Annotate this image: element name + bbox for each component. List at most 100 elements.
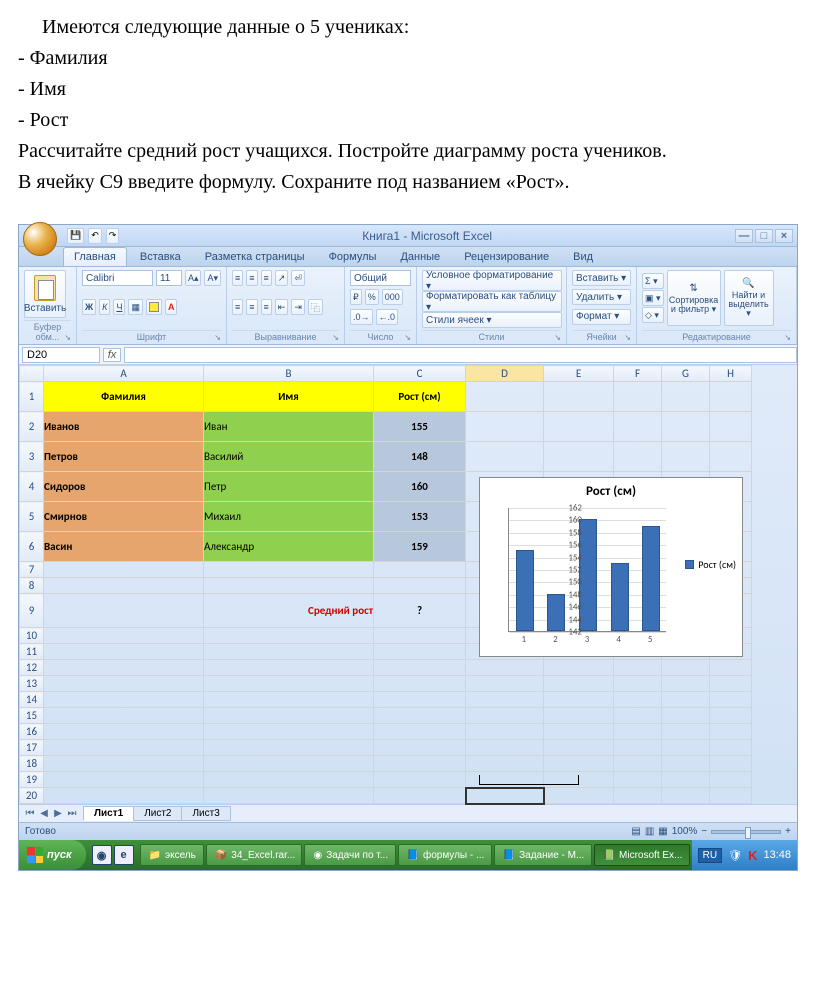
- row-header-8[interactable]: 8: [20, 578, 44, 594]
- tab-home[interactable]: Главная: [63, 247, 127, 266]
- row-header-7[interactable]: 7: [20, 562, 44, 578]
- col-header-A[interactable]: A: [44, 366, 204, 382]
- taskbar-item-4[interactable]: 📘формулы - ...: [398, 844, 492, 866]
- qat-redo-icon[interactable]: ↷: [106, 228, 120, 244]
- sheet-tab-2[interactable]: Лист2: [133, 806, 182, 821]
- cell-D1[interactable]: [466, 382, 544, 412]
- taskbar-item-6[interactable]: 📗Microsoft Ex...: [594, 844, 690, 866]
- name-box[interactable]: D20: [22, 347, 100, 363]
- align-top-icon[interactable]: ≡: [232, 270, 243, 286]
- cell-styles-button[interactable]: Стили ячеек ▾: [422, 312, 562, 328]
- col-header-E[interactable]: E: [544, 366, 614, 382]
- col-header-C[interactable]: C: [374, 366, 466, 382]
- cell-B5[interactable]: Михаил: [204, 502, 374, 532]
- font-color-button[interactable]: A: [165, 299, 178, 315]
- zoom-slider[interactable]: [711, 830, 781, 834]
- col-header-H[interactable]: H: [710, 366, 752, 382]
- sheet-nav-prev-icon[interactable]: ◀: [37, 808, 51, 819]
- zoom-in-button[interactable]: +: [785, 826, 791, 837]
- borders-button[interactable]: ▦: [128, 299, 143, 315]
- row-header-6[interactable]: 6: [20, 532, 44, 562]
- underline-button[interactable]: Ч: [113, 299, 125, 315]
- tab-formulas[interactable]: Формулы: [318, 247, 388, 266]
- col-header-G[interactable]: G: [662, 366, 710, 382]
- font-size-select[interactable]: 11: [156, 270, 182, 286]
- tab-view[interactable]: Вид: [562, 247, 604, 266]
- wrap-text-icon[interactable]: ⏎: [291, 270, 305, 286]
- row-header-3[interactable]: 3: [20, 442, 44, 472]
- indent-dec-icon[interactable]: ⇤: [275, 299, 289, 315]
- select-all-corner[interactable]: [20, 366, 44, 382]
- cell-C9[interactable]: ?: [374, 594, 466, 628]
- row-header-1[interactable]: 1: [20, 382, 44, 412]
- italic-button[interactable]: К: [99, 299, 110, 315]
- merge-icon[interactable]: ⿻: [308, 299, 323, 315]
- cell-C2[interactable]: 155: [374, 412, 466, 442]
- office-button[interactable]: [23, 222, 57, 256]
- align-middle-icon[interactable]: ≡: [246, 270, 257, 286]
- delete-cells-button[interactable]: Удалить ▾: [572, 289, 631, 305]
- view-layout-icon[interactable]: ▥: [645, 826, 654, 837]
- currency-icon[interactable]: ₽: [350, 289, 362, 305]
- cell-C5[interactable]: 153: [374, 502, 466, 532]
- sheet-tab-3[interactable]: Лист3: [181, 806, 230, 821]
- cell-B2[interactable]: Иван: [204, 412, 374, 442]
- cell-A6[interactable]: Васин: [44, 532, 204, 562]
- orientation-icon[interactable]: ↗: [275, 270, 289, 286]
- dec-decimal-icon[interactable]: ←.0: [376, 309, 399, 325]
- ql-ie-icon[interactable]: e: [114, 845, 134, 865]
- fill-color-button[interactable]: [146, 299, 162, 315]
- row-header-19[interactable]: 19: [20, 772, 44, 788]
- formula-input[interactable]: [124, 347, 797, 363]
- align-center-icon[interactable]: ≡: [246, 299, 257, 315]
- clear-button[interactable]: ◇ ▾: [642, 307, 664, 323]
- paste-button[interactable]: Вставить: [24, 270, 66, 318]
- row-header-20[interactable]: 20: [20, 788, 44, 804]
- autosum-button[interactable]: Σ ▾: [642, 273, 664, 289]
- number-format-select[interactable]: Общий: [350, 270, 411, 286]
- format-cells-button[interactable]: Формат ▾: [572, 309, 631, 325]
- tray-kaspersky-icon[interactable]: K: [748, 848, 757, 863]
- bold-button[interactable]: Ж: [82, 299, 96, 315]
- cell-C3[interactable]: 148: [374, 442, 466, 472]
- indent-inc-icon[interactable]: ⇥: [291, 299, 305, 315]
- close-button[interactable]: ×: [775, 229, 793, 243]
- cell-C1[interactable]: Рост (см): [374, 382, 466, 412]
- tab-insert[interactable]: Вставка: [129, 247, 192, 266]
- shrink-font-icon[interactable]: A▾: [204, 270, 221, 286]
- cell-A5[interactable]: Смирнов: [44, 502, 204, 532]
- cell-A4[interactable]: Сидоров: [44, 472, 204, 502]
- sheet-nav-last-icon[interactable]: ⏭: [65, 808, 79, 819]
- align-right-icon[interactable]: ≡: [261, 299, 272, 315]
- col-header-B[interactable]: B: [204, 366, 374, 382]
- align-left-icon[interactable]: ≡: [232, 299, 243, 315]
- cell-B6[interactable]: Александр: [204, 532, 374, 562]
- qat-save-icon[interactable]: 💾: [67, 228, 84, 244]
- sheet-nav-next-icon[interactable]: ▶: [51, 808, 65, 819]
- percent-icon[interactable]: %: [365, 289, 379, 305]
- cell-B1[interactable]: Имя: [204, 382, 374, 412]
- view-normal-icon[interactable]: ▤: [631, 826, 640, 837]
- tab-page-layout[interactable]: Разметка страницы: [194, 247, 316, 266]
- row-header-5[interactable]: 5: [20, 502, 44, 532]
- taskbar-item-3[interactable]: ◉Задачи по т...: [304, 844, 395, 866]
- cell-A3[interactable]: Петров: [44, 442, 204, 472]
- row-header-13[interactable]: 13: [20, 676, 44, 692]
- sort-filter-button[interactable]: ⇅ Сортировка и фильтр ▾: [667, 270, 721, 326]
- find-select-button[interactable]: 🔍 Найти и выделить ▾: [724, 270, 774, 326]
- row-header-17[interactable]: 17: [20, 740, 44, 756]
- row-header-11[interactable]: 11: [20, 644, 44, 660]
- col-header-F[interactable]: F: [614, 366, 662, 382]
- sheet-tab-1[interactable]: Лист1: [83, 806, 134, 821]
- zoom-out-button[interactable]: −: [701, 826, 707, 837]
- cell-B9[interactable]: Средний рост: [204, 594, 374, 628]
- grow-font-icon[interactable]: A▴: [185, 270, 202, 286]
- row-header-16[interactable]: 16: [20, 724, 44, 740]
- col-header-D[interactable]: D: [466, 366, 544, 382]
- font-name-select[interactable]: Calibri: [82, 270, 153, 286]
- ql-chrome-icon[interactable]: ◉: [92, 845, 112, 865]
- taskbar-item-5[interactable]: 📘Задание - M...: [494, 844, 592, 866]
- inc-decimal-icon[interactable]: .0→: [350, 309, 373, 325]
- tray-icon-1[interactable]: 🛡: [728, 849, 742, 862]
- tab-review[interactable]: Рецензирование: [453, 247, 560, 266]
